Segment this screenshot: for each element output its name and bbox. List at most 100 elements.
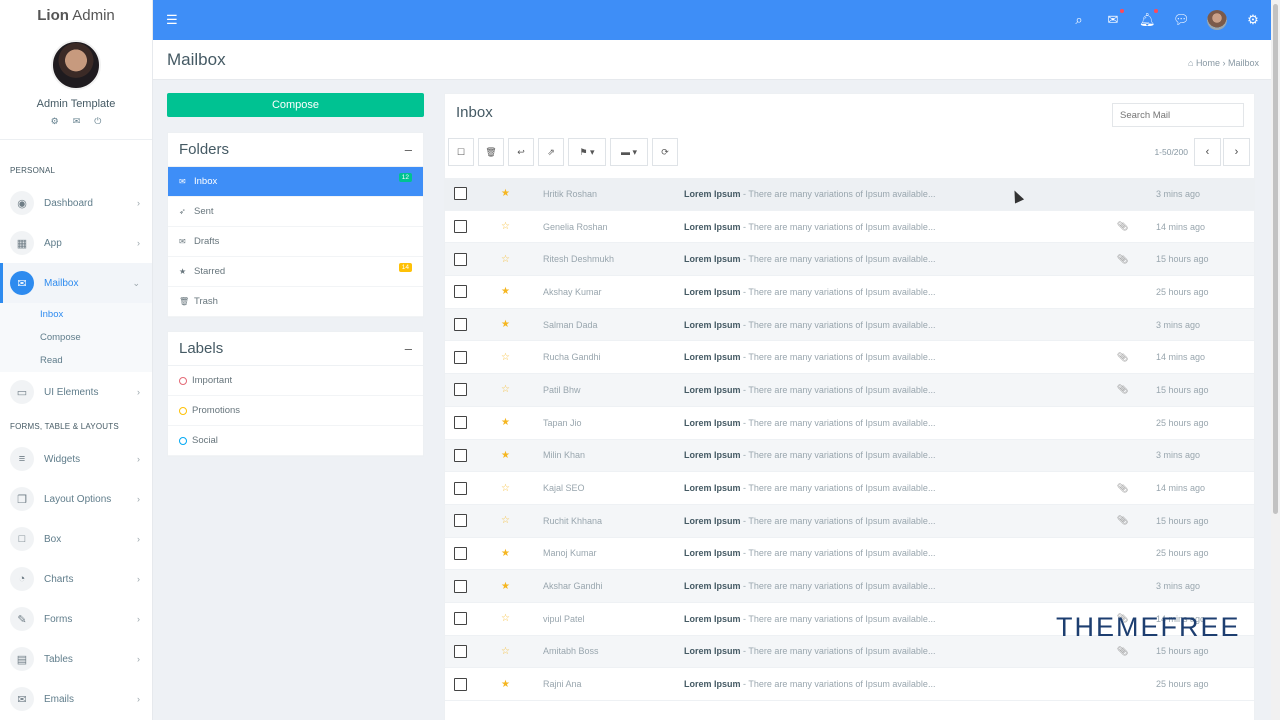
chevron-left-icon[interactable]: ‹ — [1194, 138, 1221, 166]
folder-trash[interactable]: 🗑 Trash — [168, 287, 423, 317]
star-outline-icon[interactable]: ☆ — [501, 646, 510, 657]
scrollbar-thumb[interactable] — [1273, 4, 1278, 514]
row-checkbox[interactable] — [454, 612, 467, 626]
row-checkbox[interactable] — [454, 318, 467, 332]
hamburger-menu-icon[interactable]: ☰ — [166, 12, 178, 28]
sidebar-item-box[interactable]: □ Box › — [0, 519, 152, 559]
mail-row[interactable]: ☆ Genelia Roshan Lorem Ipsum - There are m… — [445, 211, 1254, 244]
bell-icon[interactable]: 🔔︎ — [1139, 9, 1158, 28]
chat-icon[interactable]: 💬︎ — [1173, 12, 1190, 28]
row-checkbox[interactable] — [454, 579, 467, 593]
row-checkbox[interactable] — [454, 285, 467, 299]
row-checkbox[interactable] — [454, 546, 467, 560]
mail-row[interactable]: ☆ Patil Bhw Lorem Ipsum - There are many v… — [445, 374, 1254, 407]
star-outline-icon[interactable]: ☆ — [501, 254, 510, 265]
submenu-item-read[interactable]: Read — [0, 349, 152, 372]
sidebar-item-tables[interactable]: ▤ Tables › — [0, 639, 152, 679]
star-filled-icon[interactable]: ★ — [501, 286, 510, 297]
trash-icon: 🗑 — [179, 297, 190, 306]
row-checkbox[interactable] — [454, 350, 467, 364]
breadcrumb-home[interactable]: Home — [1196, 58, 1220, 68]
star-outline-icon[interactable]: ☆ — [501, 515, 510, 526]
star-filled-icon[interactable]: ★ — [501, 188, 510, 199]
submenu-item-inbox[interactable]: Inbox — [0, 303, 152, 326]
star-filled-icon[interactable]: ★ — [501, 417, 510, 428]
sidebar-item-ui-elements[interactable]: ▭ UI Elements › — [0, 372, 152, 412]
mail-row[interactable]: ★ Milin Khan Lorem Ipsum - There are many … — [445, 439, 1254, 473]
collapse-icon[interactable]: – — [405, 341, 412, 356]
reply-icon[interactable]: ↩ — [508, 138, 534, 166]
folder-drafts[interactable]: ✉ Drafts — [168, 227, 423, 257]
label-social[interactable]: Social — [168, 426, 423, 456]
sidebar-item-mailbox[interactable]: ✉ Mailbox ⌄ — [0, 263, 152, 303]
search-icon[interactable]: ⌕ — [1071, 12, 1087, 28]
mail-row[interactable]: ★ Akshar Gandhi Lorem Ipsum - There are ma… — [445, 570, 1254, 603]
sidebar-item-widgets[interactable]: ≡ Widgets › — [0, 439, 152, 479]
mail-row[interactable]: ☆ Rucha Gandhi Lorem Ipsum - There are man… — [445, 341, 1254, 375]
submenu-item-compose[interactable]: Compose — [0, 326, 152, 349]
brand-logo[interactable]: Lion Admin — [0, 0, 152, 40]
mail-row[interactable]: ★ Tapan Jio Lorem Ipsum - There are many v… — [445, 407, 1254, 440]
row-checkbox[interactable] — [454, 383, 467, 397]
flag-dropdown-icon[interactable]: ⚑ ▾ — [568, 138, 606, 166]
star-filled-icon[interactable]: ★ — [501, 679, 510, 690]
mail-row[interactable]: ☆ Ritesh Deshmukh Lorem Ipsum - There are … — [445, 243, 1254, 277]
row-checkbox[interactable] — [454, 252, 467, 266]
mail-row[interactable]: ☆ Kajal SEO Lorem Ipsum - There are many v… — [445, 472, 1254, 505]
label-promotions[interactable]: Promotions — [168, 396, 423, 426]
mail-row[interactable]: ★ Manoj Kumar Lorem Ipsum - There are many… — [445, 538, 1254, 571]
row-checkbox[interactable] — [454, 187, 467, 201]
chevron-right-icon[interactable]: › — [1223, 138, 1250, 166]
star-outline-icon[interactable]: ☆ — [501, 384, 510, 395]
mail-row[interactable]: ★ Rajni Ana Lorem Ipsum - There are many v… — [445, 668, 1254, 701]
sidebar-item-emails[interactable]: ✉ Emails › — [0, 679, 152, 719]
mail-notification-icon[interactable]: ✉ — [1105, 9, 1124, 28]
sidebar-item-forms[interactable]: ✎ Forms › — [0, 599, 152, 639]
mail-row[interactable]: ★ Hritik Roshan Lorem Ipsum - There are ma… — [445, 178, 1254, 211]
star-filled-icon[interactable]: ★ — [501, 450, 510, 461]
row-checkbox[interactable] — [454, 448, 467, 462]
sidebar-item-layout-options[interactable]: ❐ Layout Options › — [0, 479, 152, 519]
star-filled-icon[interactable]: ★ — [501, 548, 510, 559]
share-icon[interactable]: ⇗ — [538, 138, 564, 166]
row-checkbox[interactable] — [454, 481, 467, 495]
star-outline-icon[interactable]: ☆ — [501, 352, 510, 363]
mail-time: 14 mins ago — [1156, 352, 1206, 363]
folder-inbox[interactable]: ✉ Inbox 12 — [168, 167, 423, 197]
mail-row[interactable]: ★ Akshay Kumar Lorem Ipsum - There are man… — [445, 276, 1254, 309]
mail-subject-text: - There are many variations of Ipsum ava… — [740, 450, 936, 461]
row-checkbox[interactable] — [454, 514, 467, 528]
trash-icon[interactable]: 🗑︎ — [478, 138, 504, 166]
select-all-checkbox[interactable]: ☐ — [448, 138, 474, 166]
user-avatar[interactable] — [1207, 10, 1227, 30]
sidebar-item-app[interactable]: ▦ App › — [0, 223, 152, 263]
star-outline-icon[interactable]: ☆ — [501, 613, 510, 624]
search-mail-input[interactable] — [1112, 103, 1244, 127]
collapse-icon[interactable]: – — [405, 142, 412, 157]
refresh-icon[interactable]: ⟳ — [652, 138, 678, 166]
folder-dropdown-icon[interactable]: ▬ ▾ — [610, 138, 648, 166]
gear-icon[interactable]: ⚙ — [1245, 12, 1261, 28]
mail-row[interactable]: ☆ Ruchit Khhana Lorem Ipsum - There are ma… — [445, 504, 1254, 538]
folder-sent[interactable]: ➶ Sent — [168, 197, 423, 227]
row-checkbox[interactable] — [454, 644, 467, 658]
sidebar-item-charts[interactable]: ◔ Charts › — [0, 559, 152, 599]
star-filled-icon[interactable]: ★ — [501, 581, 510, 592]
star-outline-icon[interactable]: ☆ — [501, 483, 510, 494]
mail-icon[interactable]: ✉ — [73, 116, 81, 127]
label-important[interactable]: Important — [168, 366, 423, 396]
profile-avatar[interactable] — [51, 40, 101, 90]
power-icon[interactable]: ⏻ — [94, 116, 101, 127]
compose-button[interactable]: Compose — [167, 93, 424, 117]
mail-row[interactable]: ★ Salman Dada Lorem Ipsum - There are many… — [445, 308, 1254, 342]
row-checkbox[interactable] — [454, 677, 467, 691]
row-checkbox[interactable] — [454, 220, 467, 234]
star-filled-icon[interactable]: ★ — [501, 319, 510, 330]
folder-starred[interactable]: ★ Starred 14 — [168, 257, 423, 287]
inbox-title: Inbox — [456, 104, 493, 121]
sidebar-item-dashboard[interactable]: ◉ Dashboard › — [0, 183, 152, 223]
star-outline-icon[interactable]: ☆ — [501, 221, 510, 232]
page-scrollbar[interactable] — [1271, 0, 1280, 720]
row-checkbox[interactable] — [454, 416, 467, 430]
settings-gear-icon[interactable]: ⚙ — [51, 116, 59, 127]
